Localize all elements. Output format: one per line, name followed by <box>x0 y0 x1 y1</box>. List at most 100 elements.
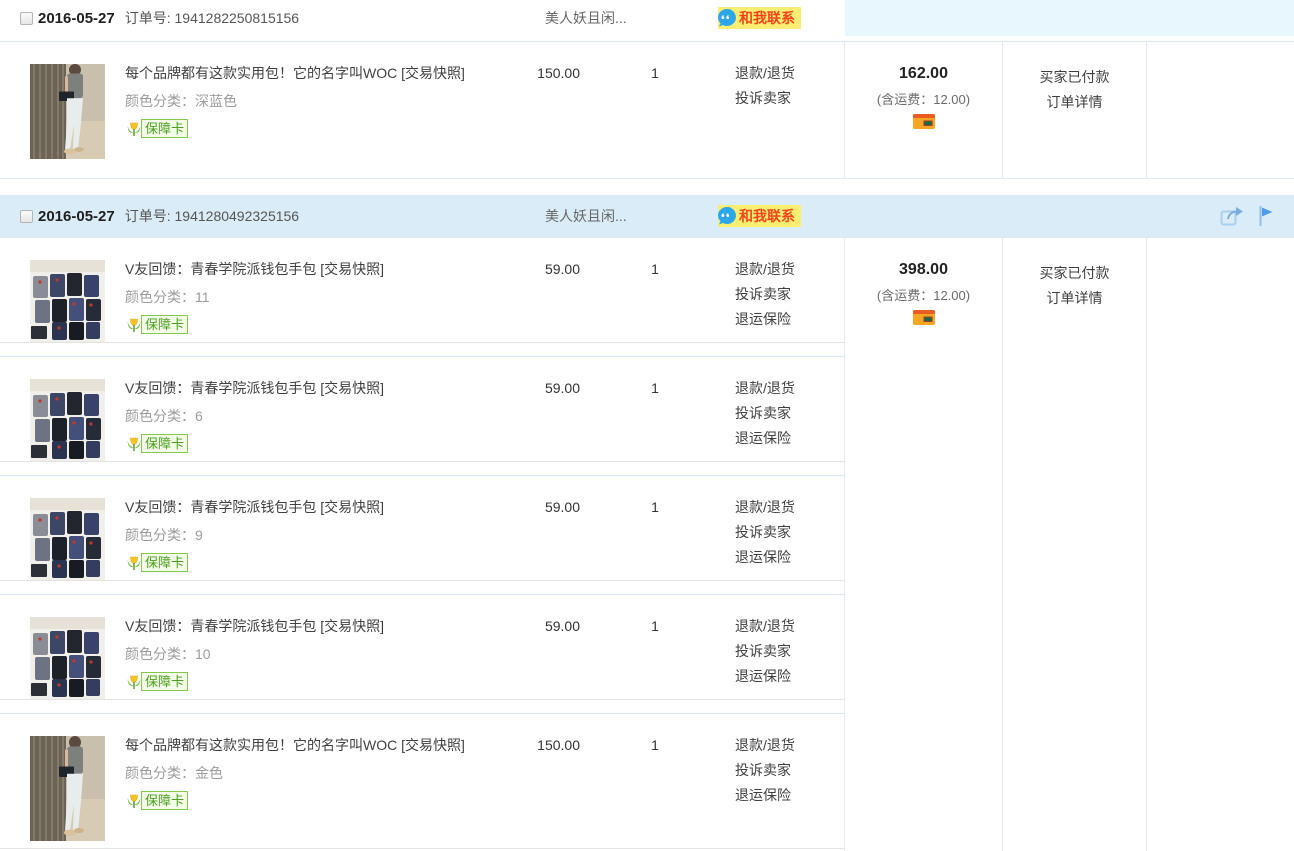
order-detail-link[interactable]: 订单详情 <box>1003 286 1146 311</box>
item-actions: 退款/退货 投诉卖家 退运保险 <box>730 733 795 848</box>
share-icon[interactable] <box>1220 205 1244 227</box>
complain-seller-link[interactable]: 投诉卖家 <box>735 758 795 783</box>
item-actions: 退款/退货 投诉卖家 退运保险 <box>730 495 795 580</box>
item-price: 59.00 <box>544 499 580 515</box>
guarantee-label: 保障卡 <box>141 315 189 334</box>
order-checkbox[interactable] <box>20 209 33 223</box>
order-detail-link[interactable]: 订单详情 <box>1003 90 1146 115</box>
return-shipping-insurance-link[interactable]: 退运保险 <box>735 426 795 451</box>
item-price: 59.00 <box>544 380 580 396</box>
product-image[interactable] <box>30 617 105 699</box>
complain-seller-link[interactable]: 投诉卖家 <box>735 639 795 664</box>
flag-icon[interactable] <box>1258 205 1274 227</box>
product-image[interactable] <box>30 498 105 580</box>
wallets-photo-art <box>30 498 105 580</box>
guarantee-badge[interactable]: 保障卡 <box>125 791 189 810</box>
product-info: V友回馈：青春学院派钱包手包 [交易快照] 颜色分类：10 保障卡 <box>125 617 480 699</box>
item-actions: 退款/退货 投诉卖家 退运保险 <box>730 614 795 699</box>
order-items-column: 每个品牌都有这款实用包！它的名字叫WOC [交易快照] 颜色分类：深蓝色 保障卡… <box>0 42 845 178</box>
product-image[interactable] <box>30 64 105 178</box>
wangwang-bubble-icon <box>717 206 737 226</box>
model-photo-art <box>30 736 105 841</box>
order-block-1: 2016-05-27 订单号: 1941282250815156 美人妖且闲..… <box>0 0 1294 179</box>
product-image[interactable] <box>30 260 105 342</box>
seller-name[interactable]: 美人妖且闲... <box>545 206 627 226</box>
refund-link[interactable]: 退款/退货 <box>735 495 795 520</box>
guarantee-label: 保障卡 <box>141 553 189 572</box>
item-price: 59.00 <box>544 261 580 277</box>
guarantee-badge[interactable]: 保障卡 <box>125 553 189 572</box>
order-block-2: 2016-05-27 订单号: 1941280492325156 美人妖且闲..… <box>0 195 1294 851</box>
refund-link[interactable]: 退款/退货 <box>735 733 795 758</box>
order-item-row: V友回馈：青春学院派钱包手包 [交易快照] 颜色分类：11 保障卡 59.00 … <box>0 238 844 342</box>
product-title[interactable]: V友回馈：青春学院派钱包手包 [交易快照] <box>125 260 480 279</box>
return-shipping-insurance-link[interactable]: 退运保险 <box>735 664 795 689</box>
refund-link[interactable]: 退款/退货 <box>735 257 795 282</box>
complain-seller-link[interactable]: 投诉卖家 <box>735 86 795 111</box>
order-table: V友回馈：青春学院派钱包手包 [交易快照] 颜色分类：11 保障卡 59.00 … <box>0 237 1294 851</box>
order-total: 162.00 <box>899 65 948 82</box>
item-quantity: 1 <box>651 499 659 515</box>
refund-link[interactable]: 退款/退货 <box>735 376 795 401</box>
refund-link[interactable]: 退款/退货 <box>735 614 795 639</box>
item-price: 150.00 <box>537 65 580 81</box>
product-image[interactable] <box>30 736 105 848</box>
guarantee-badge[interactable]: 保障卡 <box>125 434 189 453</box>
product-variant: 颜色分类：9 <box>125 527 203 543</box>
order-item-row: V友回馈：青春学院派钱包手包 [交易快照] 颜色分类：6 保障卡 59.00 1… <box>0 357 844 461</box>
product-title[interactable]: 每个品牌都有这款实用包！它的名字叫WOC [交易快照] <box>125 64 480 83</box>
order-total: 398.00 <box>899 261 948 278</box>
order-extra-cell <box>1147 238 1294 851</box>
contact-seller-button[interactable]: 和我联系 <box>718 7 801 29</box>
item-actions: 退款/退货 投诉卖家 <box>730 61 795 178</box>
product-title[interactable]: 每个品牌都有这款实用包！它的名字叫WOC [交易快照] <box>125 736 480 755</box>
wallets-photo-art <box>30 617 105 699</box>
item-price: 150.00 <box>537 737 580 753</box>
guarantee-badge[interactable]: 保障卡 <box>125 119 189 138</box>
return-shipping-insurance-link[interactable]: 退运保险 <box>735 783 795 808</box>
order-checkbox[interactable] <box>20 11 33 25</box>
order-header-icons <box>1220 205 1274 227</box>
refund-link[interactable]: 退款/退货 <box>735 61 795 86</box>
guarantee-label: 保障卡 <box>141 434 189 453</box>
return-shipping-insurance-link[interactable]: 退运保险 <box>735 545 795 570</box>
complain-seller-link[interactable]: 投诉卖家 <box>735 401 795 426</box>
order-items-column: V友回馈：青春学院派钱包手包 [交易快照] 颜色分类：11 保障卡 59.00 … <box>0 238 845 851</box>
contact-seller-button[interactable]: 和我联系 <box>718 205 801 227</box>
order-status: 买家已付款 <box>1039 265 1110 281</box>
product-title[interactable]: V友回馈：青春学院派钱包手包 [交易快照] <box>125 498 480 517</box>
guarantee-label: 保障卡 <box>141 672 189 691</box>
item-quantity: 1 <box>651 65 659 81</box>
order-list-page: 2016-05-27 订单号: 1941282250815156 美人妖且闲..… <box>0 0 1294 851</box>
seller-name[interactable]: 美人妖且闲... <box>545 8 627 28</box>
product-variant: 颜色分类：10 <box>125 646 211 662</box>
order-date: 2016-05-27 <box>38 9 115 27</box>
order-number: 订单号: 1941280492325156 <box>124 208 300 224</box>
product-image[interactable] <box>30 379 105 461</box>
order-status: 买家已付款 <box>1039 69 1110 85</box>
item-quantity: 1 <box>651 618 659 634</box>
product-info: 每个品牌都有这款实用包！它的名字叫WOC [交易快照] 颜色分类：金色 保障卡 <box>125 736 480 848</box>
product-title[interactable]: V友回馈：青春学院派钱包手包 [交易快照] <box>125 617 480 636</box>
order-table: 每个品牌都有这款实用包！它的名字叫WOC [交易快照] 颜色分类：深蓝色 保障卡… <box>0 41 1294 179</box>
bank-card-icon <box>845 310 1002 328</box>
item-divider <box>0 461 844 476</box>
product-title[interactable]: V友回馈：青春学院派钱包手包 [交易快照] <box>125 379 480 398</box>
guarantee-badge[interactable]: 保障卡 <box>125 672 189 691</box>
order-item-row: V友回馈：青春学院派钱包手包 [交易快照] 颜色分类：9 保障卡 59.00 1… <box>0 476 844 580</box>
product-variant: 颜色分类：深蓝色 <box>125 93 237 109</box>
header-right-panel <box>845 0 1294 36</box>
return-shipping-insurance-link[interactable]: 退运保险 <box>735 307 795 332</box>
guarantee-badge[interactable]: 保障卡 <box>125 315 189 334</box>
bank-card-icon <box>845 114 1002 132</box>
order-status-cell: 买家已付款 订单详情 <box>1003 238 1147 851</box>
product-info: V友回馈：青春学院派钱包手包 [交易快照] 颜色分类：6 保障卡 <box>125 379 480 461</box>
complain-seller-link[interactable]: 投诉卖家 <box>735 520 795 545</box>
item-divider <box>0 342 844 357</box>
complain-seller-link[interactable]: 投诉卖家 <box>735 282 795 307</box>
order-extra-cell <box>1147 42 1294 178</box>
order-header: 2016-05-27 订单号: 1941282250815156 美人妖且闲..… <box>0 0 1294 36</box>
product-variant: 颜色分类：11 <box>125 289 210 305</box>
shipping-note: (含运费：12.00) <box>876 288 971 303</box>
item-quantity: 1 <box>651 261 659 277</box>
